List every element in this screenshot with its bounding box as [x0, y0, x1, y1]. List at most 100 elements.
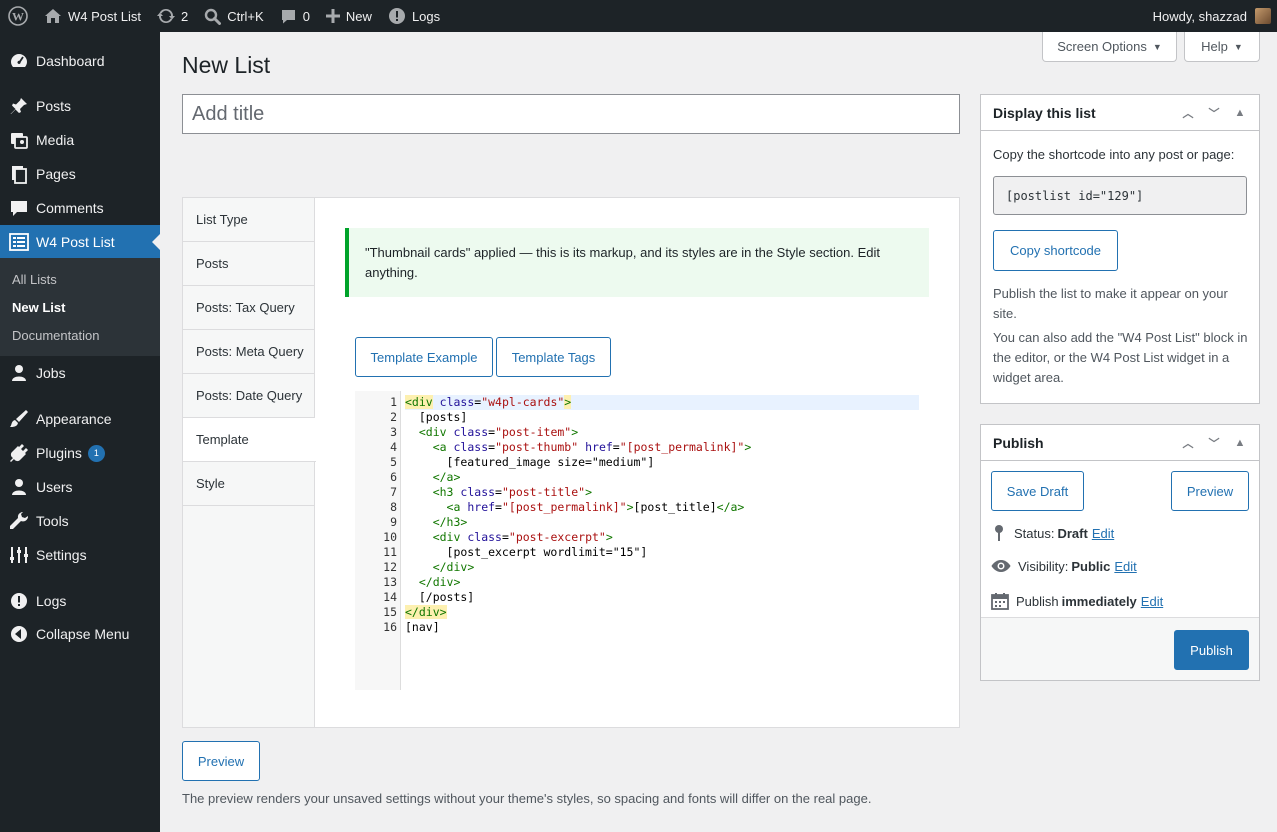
- code-line: </div>: [432, 560, 475, 574]
- publish-note: Publish the list to make it appear on yo…: [993, 286, 1228, 321]
- menu-label: Collapse Menu: [36, 626, 130, 642]
- status-value: Draft: [1057, 525, 1088, 541]
- menu-plugins[interactable]: Plugins 1: [0, 436, 160, 470]
- tab-posts[interactable]: Posts: [183, 242, 315, 286]
- submenu-new-list[interactable]: New List: [12, 300, 65, 315]
- menu-label: Posts: [36, 98, 72, 114]
- tab-posts-meta-query[interactable]: Posts: Meta Query: [183, 330, 315, 374]
- menu-label: Users: [36, 479, 73, 495]
- help-button[interactable]: Help ▼: [1184, 32, 1260, 62]
- move-down-icon[interactable]: ﹀: [1201, 435, 1227, 451]
- menu-tools[interactable]: Tools: [0, 504, 160, 538]
- my-account[interactable]: Howdy, shazzad: [1153, 8, 1277, 24]
- save-draft-button[interactable]: Save Draft: [991, 471, 1084, 511]
- template-example-button[interactable]: Template Example: [355, 337, 493, 377]
- template-code-editor[interactable]: 1 2 3 4 5 6 7 8 9 10 11 12 13 14 15 16 <div class="w4pl…: [355, 391, 919, 690]
- tab-list-type[interactable]: List Type: [183, 198, 315, 242]
- preview-list-button[interactable]: Preview: [182, 741, 260, 781]
- code-line: <a class="post-thumb" href="[post_permal…: [432, 440, 752, 454]
- visibility-value: Public: [1071, 558, 1111, 574]
- visibility-label: Visibility:: [1018, 558, 1069, 574]
- site-name-link[interactable]: W4 Post List: [36, 0, 149, 32]
- code-line: <a href="[post_permalink]">[post_title]<…: [446, 500, 745, 514]
- alert-icon: [388, 8, 405, 24]
- submenu-documentation[interactable]: Documentation: [12, 328, 99, 343]
- caret-down-icon: ▼: [1152, 41, 1162, 52]
- menu-collapse[interactable]: Collapse Menu: [0, 617, 160, 651]
- publish-button[interactable]: Publish: [1174, 630, 1249, 670]
- eye-icon: [991, 560, 1011, 572]
- wrench-icon: [0, 511, 36, 531]
- edit-visibility-link[interactable]: Edit: [1114, 559, 1136, 574]
- menu-w4-post-list[interactable]: W4 Post List: [0, 225, 160, 259]
- shortcode-field[interactable]: [postlist id="129"]: [993, 176, 1247, 215]
- menu-label: W4 Post List: [36, 234, 115, 250]
- line-number-gutter: 1 2 3 4 5 6 7 8 9 10 11 12 13 14 15 16: [355, 391, 401, 690]
- updates-link[interactable]: 2: [149, 0, 196, 32]
- pin-icon: [0, 96, 36, 116]
- toggle-panel-icon[interactable]: ▲: [1227, 107, 1253, 119]
- line-number: 1: [390, 395, 397, 409]
- menu-media[interactable]: Media: [0, 123, 160, 157]
- list-icon: [0, 232, 36, 252]
- menu-label: Appearance: [36, 411, 112, 427]
- screen-options-button[interactable]: Screen Options ▼: [1042, 32, 1177, 62]
- menu-posts[interactable]: Posts: [0, 89, 160, 123]
- tab-posts-date-query[interactable]: Posts: Date Query: [183, 374, 315, 418]
- preview-button[interactable]: Preview: [1171, 471, 1249, 511]
- line-number: 5: [390, 455, 397, 469]
- move-up-icon[interactable]: ︿: [1175, 105, 1201, 121]
- logs-link[interactable]: Logs: [380, 0, 448, 32]
- avatar: [1255, 8, 1271, 24]
- menu-jobs[interactable]: Jobs: [0, 356, 160, 390]
- screen-options-label: Screen Options: [1057, 39, 1147, 54]
- menu-comments[interactable]: Comments: [0, 191, 160, 225]
- code-line: [/posts]: [405, 590, 475, 604]
- search-link[interactable]: Ctrl+K: [196, 0, 271, 32]
- media-icon: [0, 130, 36, 150]
- tab-posts-tax-query[interactable]: Posts: Tax Query: [183, 286, 315, 330]
- menu-appearance[interactable]: Appearance: [0, 402, 160, 436]
- move-up-icon[interactable]: ︿: [1175, 435, 1201, 451]
- search-icon: [205, 8, 222, 25]
- plus-icon: [325, 9, 340, 23]
- line-number: 16: [383, 620, 397, 634]
- move-down-icon[interactable]: ﹀: [1201, 105, 1227, 121]
- menu-pages[interactable]: Pages: [0, 157, 160, 191]
- menu-settings[interactable]: Settings: [0, 538, 160, 572]
- menu-users[interactable]: Users: [0, 470, 160, 504]
- tab-template[interactable]: Template: [183, 418, 316, 462]
- menu-label: Media: [36, 132, 75, 148]
- pin-icon: [995, 525, 1003, 541]
- edit-publish-date-link[interactable]: Edit: [1141, 594, 1163, 609]
- comment-icon: [0, 198, 36, 218]
- w4-post-list-submenu: All Lists New List Documentation: [0, 258, 160, 356]
- code-line: [featured_image size="medium"]: [405, 455, 655, 469]
- menu-label: Tools: [36, 513, 69, 529]
- line-number: 12: [383, 560, 397, 574]
- code-line: </div>: [405, 605, 447, 619]
- menu-logs[interactable]: Logs: [0, 584, 160, 618]
- menu-label: Comments: [36, 200, 104, 216]
- help-label: Help: [1201, 39, 1228, 54]
- settings-tabs: List Type Posts Posts: Tax Query Posts: …: [183, 198, 316, 727]
- template-tags-button[interactable]: Template Tags: [496, 337, 611, 377]
- wordpress-logo-icon[interactable]: W: [0, 0, 36, 32]
- updates-count: 2: [180, 8, 189, 24]
- svg-text:W: W: [12, 10, 24, 24]
- menu-dashboard[interactable]: Dashboard: [0, 44, 160, 78]
- submenu-all-lists[interactable]: All Lists: [12, 272, 57, 287]
- code-line: </h3>: [432, 515, 468, 529]
- edit-status-link[interactable]: Edit: [1092, 526, 1114, 541]
- plug-icon: [0, 443, 36, 463]
- display-list-postbox: Display this list ︿ ﹀ ▲ Copy the shortco…: [980, 94, 1260, 404]
- copy-shortcode-button[interactable]: Copy shortcode: [993, 230, 1118, 271]
- shortcode-intro: Copy the shortcode into any post or page…: [993, 147, 1235, 162]
- home-icon: [45, 9, 61, 23]
- comments-link[interactable]: 0: [272, 0, 318, 32]
- new-content-link[interactable]: New: [318, 0, 380, 32]
- tab-style[interactable]: Style: [183, 462, 315, 506]
- title-input[interactable]: [182, 94, 960, 134]
- publish-value: immediately: [1061, 593, 1137, 609]
- toggle-panel-icon[interactable]: ▲: [1227, 437, 1253, 449]
